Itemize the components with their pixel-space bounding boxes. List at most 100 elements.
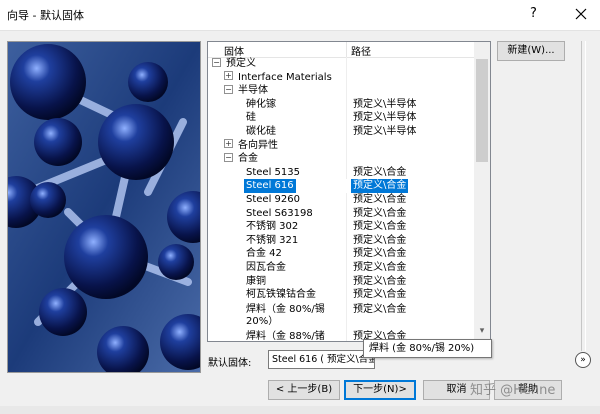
tree-rows: − 预定义 + Interface Materials − 半导体 砷化镓 预定义\半导体硅预… — [208, 57, 474, 341]
solid-tree[interactable]: 固体 路径 − 预定义 + Interface Materials − 半导体 砷化镓 预定义… — [207, 41, 491, 342]
tree-row[interactable]: 因瓦合金 预定义\合金 — [208, 261, 474, 275]
tree-row-path-cell — [351, 152, 355, 166]
tree-row[interactable]: 不锈钢 321 预定义\合金 — [208, 234, 474, 248]
tree-row-path-cell: 预定义\合金 — [351, 234, 408, 248]
tree-row[interactable]: Steel 5135 预定义\合金 — [208, 166, 474, 180]
tree-row-name-cell: 不锈钢 321 — [244, 234, 300, 248]
tree-row-name: 预定义 — [226, 58, 256, 69]
tree-row-path-cell: 预定义\半导体 — [351, 125, 418, 139]
new-button[interactable]: 新建(W)... — [497, 41, 565, 61]
expand-icon[interactable]: + — [224, 71, 233, 81]
tree-row-name-cell: 焊料（金 88%/锗 12%） — [244, 329, 346, 341]
tree-row-path-cell: 预定义\合金 — [351, 288, 408, 302]
tree-row-path: 预定义\合金 — [353, 248, 407, 260]
tree-row-path: 预定义\合金 — [353, 234, 407, 246]
tooltip: 焊料 (金 80%/锡 20%) — [363, 339, 492, 358]
tree-row[interactable]: 砷化镓 预定义\半导体 — [208, 98, 474, 112]
help-icon[interactable]: ? — [530, 6, 537, 21]
tree-row-name-cell: Steel 616 — [244, 179, 296, 193]
tree-row[interactable]: 不锈钢 302 预定义\合金 — [208, 220, 474, 234]
tree-row[interactable]: Steel 616 预定义\合金 — [208, 179, 474, 193]
tree-row-path-cell: 预定义\半导体 — [351, 111, 418, 125]
tree-row-path-cell: 预定义\合金 — [351, 220, 408, 234]
tree-row-name: 不锈钢 302 — [246, 221, 299, 233]
next-button[interactable]: 下一步(N)> — [344, 380, 416, 400]
tree-row[interactable]: − 半导体 — [208, 84, 474, 98]
tree-row-name: 砷化镓 — [246, 98, 276, 110]
tree-row[interactable]: − 合金 — [208, 152, 474, 166]
tree-row-name-cell: 合金 42 — [244, 247, 284, 261]
close-icon[interactable] — [568, 3, 594, 25]
panel-divider — [581, 41, 582, 351]
tree-row-path-cell: 预定义\合金 — [351, 302, 408, 331]
tree-row-name: Steel 9260 — [246, 193, 300, 205]
tree-row-name: 各向异性 — [238, 139, 278, 151]
tree-row[interactable]: − 预定义 — [208, 57, 474, 71]
tree-row-path-cell: 预定义\合金 — [351, 179, 409, 193]
tree-row[interactable]: 硅 预定义\半导体 — [208, 111, 474, 125]
tree-row[interactable]: + 各向异性 — [208, 139, 474, 153]
back-button[interactable]: < 上一步(B) — [268, 380, 340, 400]
title-separator — [0, 30, 600, 31]
tree-row-name: Interface Materials — [238, 71, 332, 83]
tree-row-name: 半导体 — [238, 85, 268, 97]
expand-arrow-icon[interactable]: » — [575, 352, 591, 368]
tree-row-path: 预定义\合金 — [353, 193, 407, 205]
expand-icon[interactable]: + — [224, 139, 233, 149]
tree-row-path: 预定义\合金 — [353, 303, 407, 315]
tree-row-path-cell: 预定义\合金 — [351, 166, 408, 180]
column-header-name[interactable]: 固体 — [224, 43, 244, 58]
tree-row-path-cell: 预定义\合金 — [351, 207, 408, 221]
tree-row-name-cell: 碳化硅 — [244, 125, 278, 139]
title-bar: 向导 - 默认固体 ? — [0, 0, 600, 30]
tree-header: 固体 路径 — [208, 42, 474, 58]
tree-row[interactable]: 焊料（金 80%/锡 20%） 预定义\合金 — [208, 302, 474, 329]
column-header-path[interactable]: 路径 — [351, 43, 371, 58]
column-divider[interactable] — [346, 42, 347, 57]
tree-row-name: 康铜 — [246, 275, 266, 287]
collapse-icon[interactable]: − — [224, 84, 233, 94]
tree-row-path-cell: 预定义\合金 — [351, 247, 408, 261]
window-title: 向导 - 默认固体 — [7, 9, 84, 22]
collapse-icon[interactable]: − — [224, 152, 233, 162]
tree-row-name: 碳化硅 — [246, 125, 276, 137]
tree-row-name-cell: − 预定义 — [212, 57, 258, 71]
tree-row-name-cell: − 半导体 — [224, 84, 270, 98]
tree-row-path: 预定义\合金 — [353, 261, 407, 273]
tree-row[interactable]: 柯瓦铁镍钴合金 预定义\合金 — [208, 288, 474, 302]
tree-row-name: Steel 616 — [244, 179, 296, 193]
tree-row-name: 柯瓦铁镍钴合金 — [246, 289, 316, 301]
tree-row[interactable]: + Interface Materials — [208, 71, 474, 85]
tree-row-name-cell: + Interface Materials — [224, 71, 334, 85]
tree-row-name-cell: − 合金 — [224, 152, 260, 166]
panel-divider-highlight — [585, 41, 586, 351]
scroll-down-icon[interactable]: ▾ — [476, 326, 488, 338]
tree-row-name-cell: Steel 9260 — [244, 193, 302, 207]
tree-row-name: 因瓦合金 — [246, 261, 286, 273]
tree-row[interactable]: 康铜 预定义\合金 — [208, 275, 474, 289]
tree-row-path: 预定义\合金 — [353, 289, 407, 301]
tree-row-path: 预定义\合金 — [353, 221, 407, 233]
tree-row-path-cell — [351, 84, 355, 98]
tree-row-name-cell: 硅 — [244, 111, 258, 125]
tree-row-name-cell: 康铜 — [244, 275, 268, 289]
default-solid-label: 默认固体: — [208, 358, 252, 369]
default-solid-field: Steel 616 ( 预定义\合金 ) — [268, 350, 375, 369]
tree-row-name-cell: 因瓦合金 — [244, 261, 288, 275]
collapse-icon[interactable]: − — [212, 57, 221, 67]
tree-row[interactable]: 碳化硅 预定义\半导体 — [208, 125, 474, 139]
tree-row-path: 预定义\合金 — [353, 166, 407, 178]
tree-row[interactable]: 合金 42 预定义\合金 — [208, 247, 474, 261]
tree-row-path-cell: 预定义\合金 — [351, 261, 408, 275]
tree-row-path-cell: 预定义\合金 — [351, 275, 408, 289]
tree-row-name: 合金 42 — [246, 248, 282, 260]
scrollbar-thumb[interactable] — [476, 59, 488, 162]
tree-row-path-cell: 预定义\半导体 — [351, 98, 418, 112]
tree-row-name-cell: 焊料（金 80%/锡 20%） — [244, 302, 346, 331]
tree-row-path: 预定义\半导体 — [353, 125, 417, 137]
tree-row-path: 预定义\半导体 — [353, 98, 417, 110]
tree-row[interactable]: Steel S63198 预定义\合金 — [208, 207, 474, 221]
tree-row-name: 合金 — [238, 153, 258, 165]
tree-scrollbar[interactable]: ▾ — [474, 42, 490, 341]
tree-row[interactable]: Steel 9260 预定义\合金 — [208, 193, 474, 207]
